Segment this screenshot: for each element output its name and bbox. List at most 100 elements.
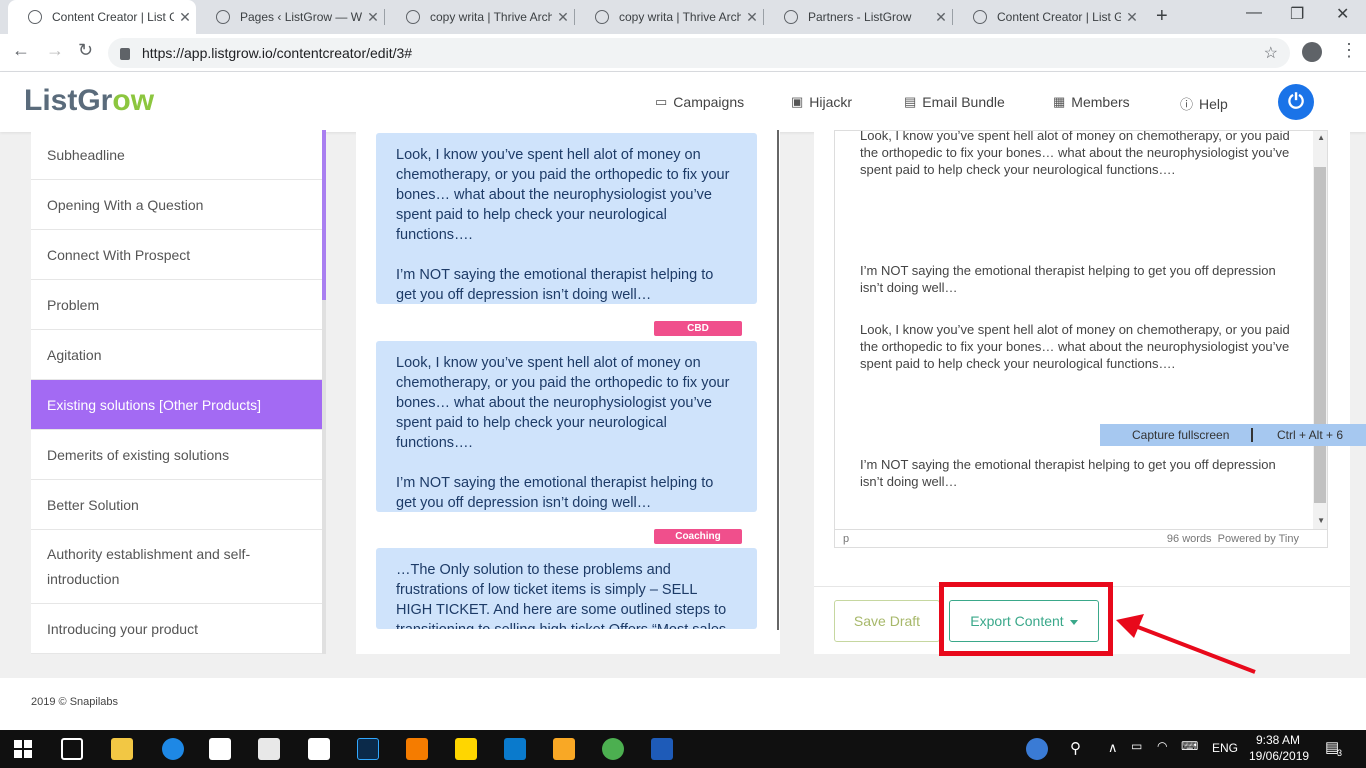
panel-scrollbar[interactable] bbox=[777, 130, 779, 630]
nav-members[interactable]: ▦ Members bbox=[1053, 94, 1130, 110]
reload-icon[interactable]: ↻ bbox=[78, 40, 93, 61]
category-tag: CBD bbox=[654, 321, 742, 336]
keyboard-icon[interactable]: ⌨ bbox=[1181, 739, 1198, 753]
tab-title: Pages ‹ ListGrow — Wo bbox=[240, 10, 362, 24]
element-path[interactable]: p bbox=[843, 533, 849, 545]
capture-tooltip[interactable]: Capture fullscreen Ctrl + Alt + 6 bbox=[1100, 424, 1366, 446]
sidebar-item-active[interactable]: Existing solutions [Other Products] bbox=[31, 380, 322, 430]
battery-icon[interactable]: ▭ bbox=[1131, 739, 1142, 753]
browser-tab-bar: Content Creator | List G ✕ Pages ‹ ListG… bbox=[0, 0, 1366, 34]
chevron-up-icon[interactable]: ∧ bbox=[1108, 740, 1118, 756]
sidebar-item[interactable]: Connect With Prospect bbox=[31, 230, 322, 280]
page-footer: 2019 © Snapilabs bbox=[0, 678, 1366, 730]
save-draft-button[interactable]: Save Draft bbox=[834, 600, 940, 642]
content-cards-panel: Look, I know you’ve spent hell alot of m… bbox=[356, 130, 780, 654]
capture-label: Capture fullscreen bbox=[1132, 428, 1230, 442]
capture-shortcut: Ctrl + Alt + 6 bbox=[1277, 428, 1344, 442]
store-icon[interactable] bbox=[258, 738, 280, 760]
browser-tab[interactable]: Content Creator | List G ✕ bbox=[8, 0, 196, 34]
browser-tab[interactable]: Content Creator | List G ✕ bbox=[953, 0, 1143, 34]
editor-paragraph: Look, I know you’ve spent hell alot of m… bbox=[860, 322, 1290, 371]
lock-icon bbox=[120, 48, 130, 60]
close-icon[interactable]: ✕ bbox=[741, 9, 763, 26]
globe-icon bbox=[784, 10, 798, 24]
window-close-icon[interactable]: ✕ bbox=[1336, 4, 1349, 24]
sidebar-item[interactable]: Agitation bbox=[31, 330, 322, 380]
globe-icon bbox=[406, 10, 420, 24]
editor-paragraph: I’m NOT saying the emotional therapist h… bbox=[860, 263, 1276, 295]
back-icon[interactable]: ← bbox=[12, 40, 30, 61]
language-indicator[interactable]: ENG bbox=[1212, 741, 1238, 755]
listgrow-logo[interactable]: ListGrow bbox=[24, 84, 154, 118]
app-header: ListGrow ▭ Campaigns ▣ Hijackr ▤ Email B… bbox=[0, 72, 1366, 132]
card-text: Look, I know you’ve spent hell alot of m… bbox=[396, 147, 730, 243]
content-card[interactable]: Look, I know you’ve spent hell alot of m… bbox=[376, 133, 757, 304]
content-card[interactable]: …The Only solution to these problems and… bbox=[376, 548, 757, 629]
network-warning-icon[interactable] bbox=[1026, 738, 1048, 760]
browser-tab[interactable]: Pages ‹ ListGrow — Wo ✕ bbox=[196, 0, 384, 34]
new-tab-icon[interactable]: + bbox=[1156, 5, 1168, 28]
chrome-icon[interactable] bbox=[602, 738, 624, 760]
task-view-icon[interactable] bbox=[61, 738, 83, 760]
browser-tab[interactable]: copy writa | Thrive Arch ✕ bbox=[575, 0, 763, 34]
card-text: …The Only solution to these problems and… bbox=[396, 562, 727, 629]
close-icon[interactable]: ✕ bbox=[174, 9, 196, 26]
close-icon[interactable]: ✕ bbox=[930, 9, 952, 26]
people-icon[interactable]: ⚲ bbox=[1070, 739, 1081, 757]
close-icon[interactable]: ✕ bbox=[552, 9, 574, 26]
clock-time[interactable]: 9:38 AM bbox=[1256, 733, 1300, 747]
editor-panel: Look, I know you’ve spent hell alot of m… bbox=[814, 130, 1350, 654]
nav-campaigns[interactable]: ▭ Campaigns bbox=[655, 94, 744, 110]
edge-icon[interactable] bbox=[162, 738, 184, 760]
windows-start-icon[interactable] bbox=[14, 740, 32, 758]
editor-scrollbar[interactable]: ▲ ▼ bbox=[1313, 131, 1327, 529]
sidebar-item[interactable]: Introducing your product bbox=[31, 604, 322, 654]
notification-count: 3 bbox=[1337, 748, 1343, 758]
bookmark-star-icon[interactable]: ☆ bbox=[1264, 43, 1278, 63]
wifi-icon[interactable]: ◠ bbox=[1157, 739, 1167, 753]
browser-tab[interactable]: copy writa | Thrive Arch ✕ bbox=[386, 0, 574, 34]
content-card[interactable]: Look, I know you’ve spent hell alot of m… bbox=[376, 341, 757, 512]
info-icon: ⓘ bbox=[1180, 97, 1194, 112]
forward-icon[interactable]: → bbox=[46, 40, 64, 61]
nav-email-bundle[interactable]: ▤ Email Bundle bbox=[904, 94, 1005, 110]
word-icon[interactable] bbox=[651, 738, 673, 760]
close-icon[interactable]: ✕ bbox=[1121, 9, 1143, 26]
scroll-down-icon[interactable]: ▼ bbox=[1317, 516, 1325, 525]
mail-icon[interactable] bbox=[308, 738, 330, 760]
rich-text-editor[interactable]: Look, I know you’ve spent hell alot of m… bbox=[834, 130, 1328, 548]
sidebar-item[interactable]: Better Solution bbox=[31, 480, 322, 530]
dropbox-icon[interactable] bbox=[209, 738, 231, 760]
restore-icon[interactable]: ❐ bbox=[1290, 4, 1304, 24]
file-explorer-icon[interactable] bbox=[111, 738, 133, 760]
sidebar-item[interactable]: Opening With a Question bbox=[31, 180, 322, 230]
profile-icon[interactable] bbox=[1302, 42, 1322, 62]
close-icon[interactable]: ✕ bbox=[362, 9, 384, 26]
globe-icon bbox=[595, 10, 609, 24]
browser-tab[interactable]: Partners - ListGrow ✕ bbox=[764, 0, 952, 34]
minimize-icon[interactable]: — bbox=[1246, 4, 1262, 22]
tab-title: copy writa | Thrive Arch bbox=[430, 10, 552, 24]
clock-date[interactable]: 19/06/2019 bbox=[1249, 749, 1309, 763]
sidebar-item[interactable]: Problem bbox=[31, 280, 322, 330]
sidebar-item[interactable]: Demerits of existing solutions bbox=[31, 430, 322, 480]
xampp-icon[interactable] bbox=[406, 738, 428, 760]
more-menu-icon[interactable]: ⋮ bbox=[1340, 40, 1358, 61]
lightning-app-icon[interactable] bbox=[553, 738, 575, 760]
url-input[interactable]: https://app.listgrow.io/contentcreator/e… bbox=[108, 38, 1290, 68]
url-text: https://app.listgrow.io/contentcreator/e… bbox=[142, 45, 413, 61]
sidebar-scrollbar[interactable] bbox=[322, 130, 326, 654]
nav-hijackr[interactable]: ▣ Hijackr bbox=[791, 94, 852, 110]
card-text: Look, I know you’ve spent hell alot of m… bbox=[396, 355, 730, 451]
globe-icon bbox=[216, 10, 230, 24]
photoshop-icon[interactable] bbox=[357, 738, 379, 760]
sidebar-item[interactable]: Authority establishment and self-introdu… bbox=[31, 530, 322, 604]
scroll-up-icon[interactable]: ▲ bbox=[1317, 133, 1325, 142]
sidebar-item[interactable]: Subheadline bbox=[31, 130, 322, 180]
camera-icon: ▣ bbox=[791, 94, 804, 109]
vscode-icon[interactable] bbox=[504, 738, 526, 760]
power-icon[interactable]: ⏻ bbox=[1278, 84, 1314, 120]
sticky-notes-icon[interactable] bbox=[455, 738, 477, 760]
tab-title: copy writa | Thrive Arch bbox=[619, 10, 741, 24]
nav-help[interactable]: ⓘ Help bbox=[1180, 94, 1228, 113]
